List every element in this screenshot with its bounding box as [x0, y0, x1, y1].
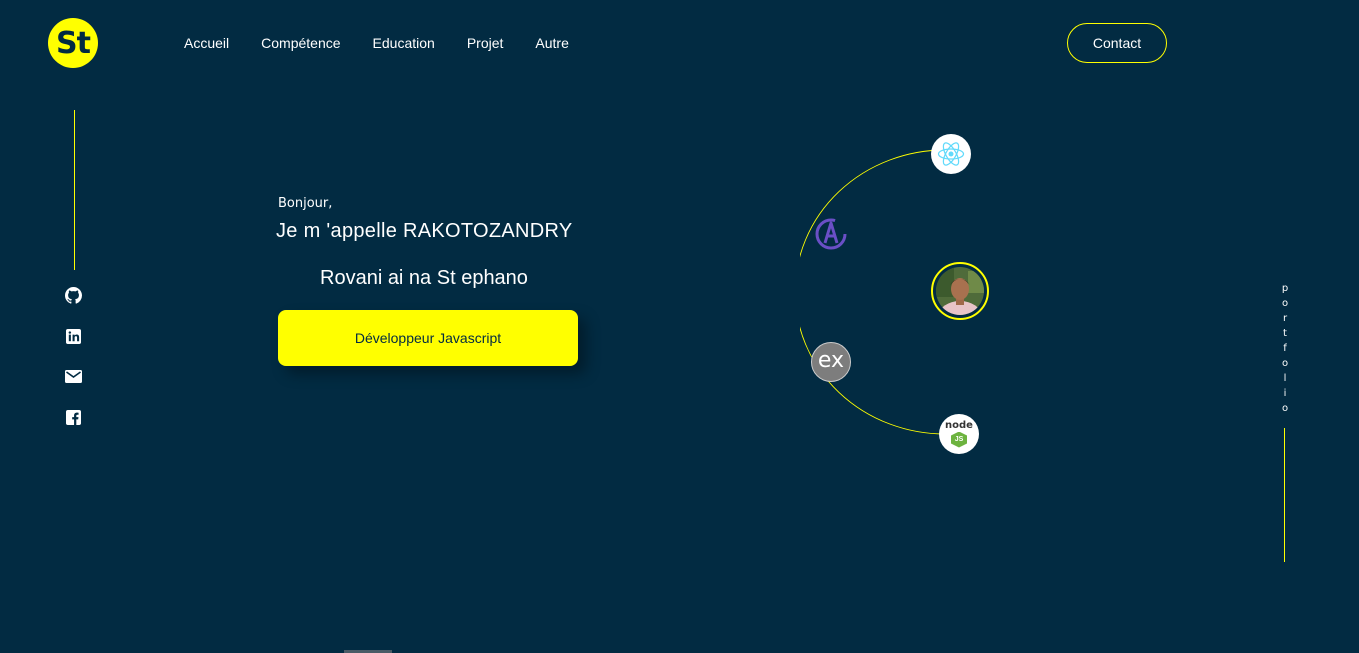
- name-line-2: Rovani ai na St ephano: [320, 267, 528, 289]
- portfolio-letter: f: [1283, 343, 1287, 354]
- portfolio-letter: o: [1281, 358, 1289, 369]
- node-label: node: [945, 419, 973, 431]
- express-label: ex: [817, 348, 845, 373]
- nodejs-icon: node JS: [939, 414, 979, 454]
- portfolio-letter: t: [1283, 328, 1287, 339]
- portfolio-letter: p: [1281, 283, 1289, 294]
- profile-avatar: [931, 262, 989, 320]
- avatar-photo: [936, 267, 984, 315]
- greeting-text: Bonjour,: [278, 196, 333, 211]
- nav-item-competence[interactable]: Compétence: [261, 35, 340, 51]
- portfolio-letter: l: [1283, 373, 1287, 384]
- portfolio-letter: r: [1282, 313, 1288, 324]
- role-button[interactable]: Développeur Javascript: [278, 310, 578, 366]
- express-icon: ex: [811, 342, 851, 382]
- contact-button[interactable]: Contact: [1067, 23, 1167, 63]
- nav-item-projet[interactable]: Projet: [467, 35, 504, 51]
- main-nav: Accueil Compétence Education Projet Autr…: [184, 35, 569, 51]
- portfolio-vertical-label: p o r t f o l i o: [1280, 281, 1290, 416]
- portfolio-letter: i: [1283, 388, 1287, 399]
- nav-item-accueil[interactable]: Accueil: [184, 35, 229, 51]
- portfolio-letter: o: [1281, 298, 1289, 309]
- nav-item-autre[interactable]: Autre: [535, 35, 568, 51]
- node-js-badge: JS: [951, 431, 967, 448]
- portfolio-letter: o: [1281, 403, 1289, 414]
- react-icon: [931, 134, 971, 174]
- facebook-icon[interactable]: [64, 408, 82, 426]
- logo[interactable]: St: [48, 18, 98, 68]
- left-divider-line: [74, 110, 75, 270]
- linkedin-icon[interactable]: [64, 327, 82, 345]
- right-divider-line: [1284, 428, 1285, 562]
- email-icon[interactable]: [64, 367, 82, 385]
- name-line-1: Je m 'appelle RAKOTOZANDRY: [276, 220, 573, 242]
- github-icon[interactable]: [64, 286, 82, 304]
- node-js-label: JS: [954, 436, 964, 443]
- apollo-icon: [810, 212, 852, 254]
- nav-item-education[interactable]: Education: [373, 35, 435, 51]
